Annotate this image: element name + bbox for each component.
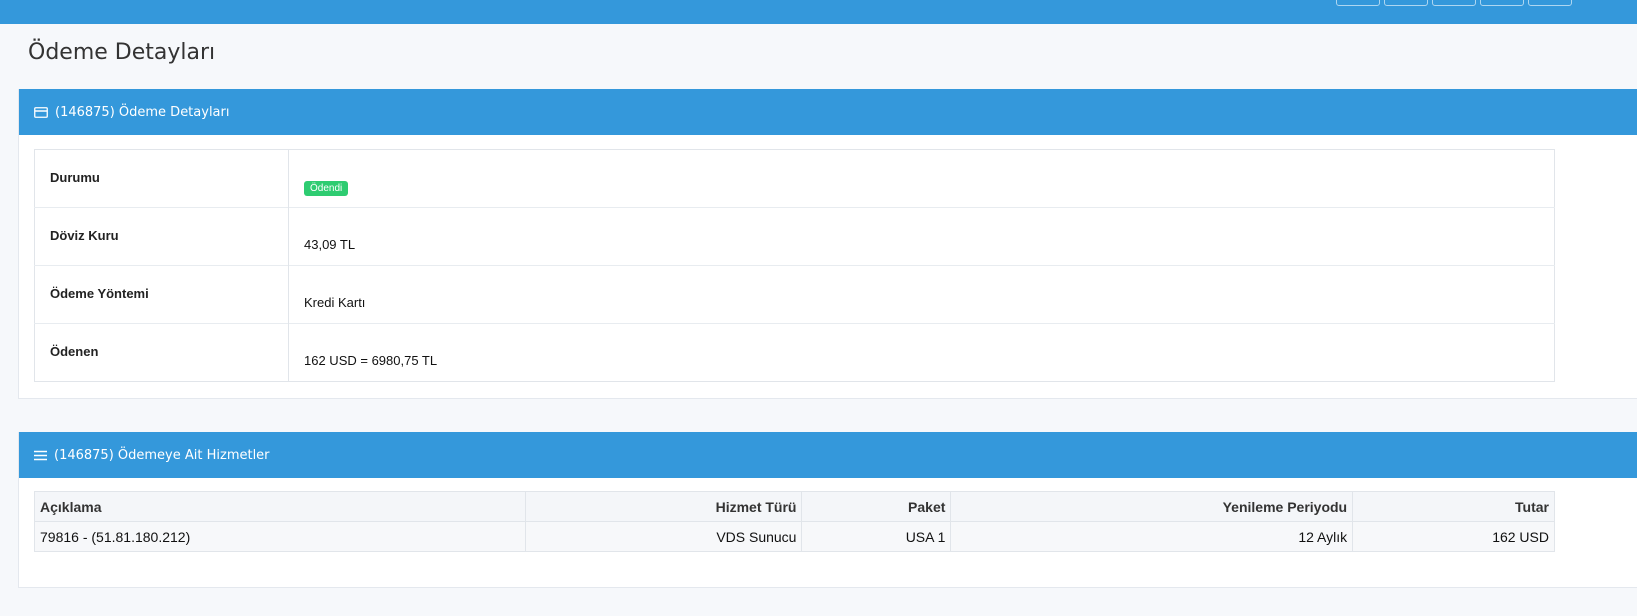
row-label: Ödenen	[34, 323, 289, 382]
table-row: Döviz Kuru 43,09 TL	[34, 207, 1555, 266]
cell-description: 79816 - (51.81.180.212)	[34, 521, 526, 552]
services-title: (146875) Ödemeye Ait Hizmetler	[54, 447, 270, 463]
column-header[interactable]: Tutar	[1352, 491, 1555, 522]
payment-details-panel: (146875) Ödeme Detayları Durumu Ödendi D…	[18, 89, 1637, 399]
table-row: Ödenen 162 USD = 6980,75 TL	[34, 323, 1555, 382]
list-icon	[34, 450, 47, 460]
column-header[interactable]: Hizmet Türü	[524, 491, 803, 522]
credit-card-icon	[34, 106, 48, 118]
services-panel: (146875) Ödemeye Ait Hizmetler Açıklama …	[18, 432, 1637, 588]
cell-service-type: VDS Sunucu	[524, 521, 803, 552]
row-label: Ödeme Yöntemi	[34, 265, 289, 324]
payment-details-title: (146875) Ödeme Detayları	[55, 104, 230, 120]
cell-amount: 162 USD	[1352, 521, 1555, 552]
navbar-button[interactable]	[1432, 0, 1476, 6]
status-badge: Ödendi	[304, 181, 349, 196]
top-navbar	[0, 0, 1637, 24]
row-value: Ödendi	[289, 150, 1555, 208]
row-value: Kredi Kartı	[288, 265, 1555, 324]
row-label: Döviz Kuru	[34, 207, 289, 266]
navbar-button[interactable]	[1336, 0, 1380, 6]
table-row: Ödeme Yöntemi Kredi Kartı	[34, 265, 1555, 324]
table-row[interactable]: 79816 - (51.81.180.212) VDS Sunucu USA 1…	[34, 521, 1555, 552]
cell-package: USA 1	[801, 521, 952, 552]
navbar-button[interactable]	[1384, 0, 1428, 6]
column-header[interactable]: Yenileme Periyodu	[950, 491, 1354, 522]
payment-details-header: (146875) Ödeme Detayları	[19, 89, 1637, 135]
row-label: Durumu	[34, 149, 289, 208]
page-title: Ödeme Detayları	[28, 40, 216, 65]
navbar-button[interactable]	[1480, 0, 1524, 6]
table-row: Durumu Ödendi	[34, 149, 1555, 208]
column-header[interactable]: Açıklama	[34, 491, 526, 522]
services-table: Açıklama Hizmet Türü Paket Yenileme Peri…	[34, 491, 1555, 552]
payment-details-table: Durumu Ödendi Döviz Kuru 43,09 TL Ödeme …	[34, 149, 1555, 382]
row-value: 162 USD = 6980,75 TL	[288, 323, 1555, 382]
navbar-button[interactable]	[1528, 0, 1572, 6]
row-value: 43,09 TL	[288, 207, 1555, 266]
column-header[interactable]: Paket	[801, 491, 952, 522]
table-header-row: Açıklama Hizmet Türü Paket Yenileme Peri…	[34, 491, 1555, 522]
services-header: (146875) Ödemeye Ait Hizmetler	[19, 432, 1637, 478]
cell-renewal-period: 12 Aylık	[950, 521, 1354, 552]
